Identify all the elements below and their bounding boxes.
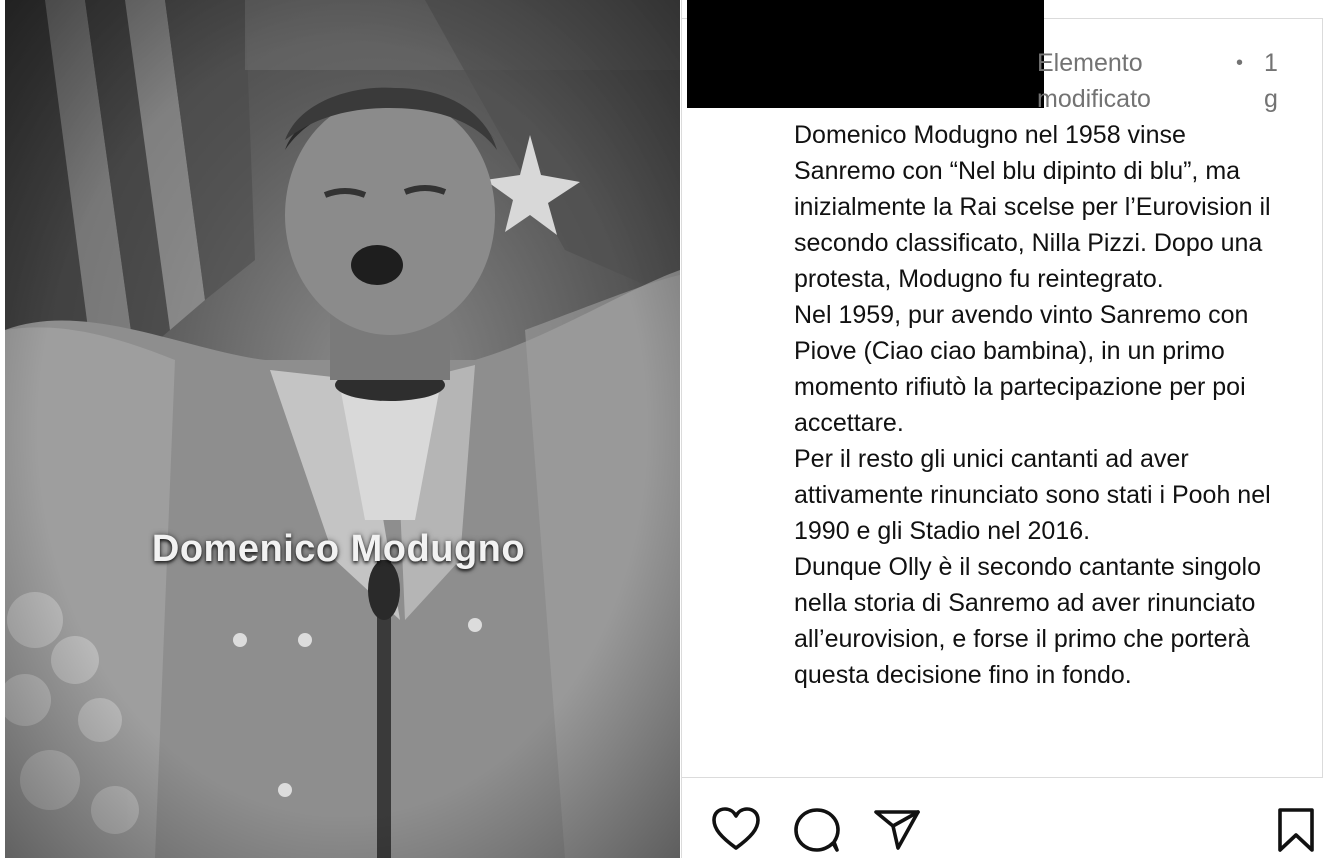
media-caption: Domenico Modugno: [151, 528, 526, 570]
heart-icon: [712, 807, 760, 850]
performer-photo: [5, 0, 680, 858]
redacted-username-block: [687, 0, 1044, 108]
comment-paragraph: Dunque Olly è il secondo cantante singol…: [794, 553, 1261, 689]
comment-paragraph: Domenico Modugno nel 1958 vinse Sanremo …: [794, 121, 1271, 293]
edited-label: Elemento modificato: [1037, 49, 1151, 113]
timestamp[interactable]: 1 g: [1256, 45, 1286, 117]
post-media[interactable]: Domenico Modugno: [5, 0, 680, 858]
comment-button[interactable]: [791, 806, 843, 858]
separator-dot: •: [1236, 52, 1244, 74]
save-button[interactable]: [1270, 806, 1322, 858]
comment-paragraph: Nel 1959, pur avendo vinto Sanremo con P…: [794, 301, 1249, 437]
share-button[interactable]: [871, 806, 923, 858]
comment-paragraph: Per il resto gli unici cantanti ad aver …: [794, 445, 1271, 545]
bookmark-icon: [1278, 808, 1314, 852]
like-button[interactable]: [710, 806, 762, 858]
paper-plane-icon: [874, 810, 920, 850]
speech-bubble-icon: [794, 808, 840, 852]
comment-text: Domenico Modugno nel 1958 vinse Sanremo …: [794, 117, 1294, 693]
